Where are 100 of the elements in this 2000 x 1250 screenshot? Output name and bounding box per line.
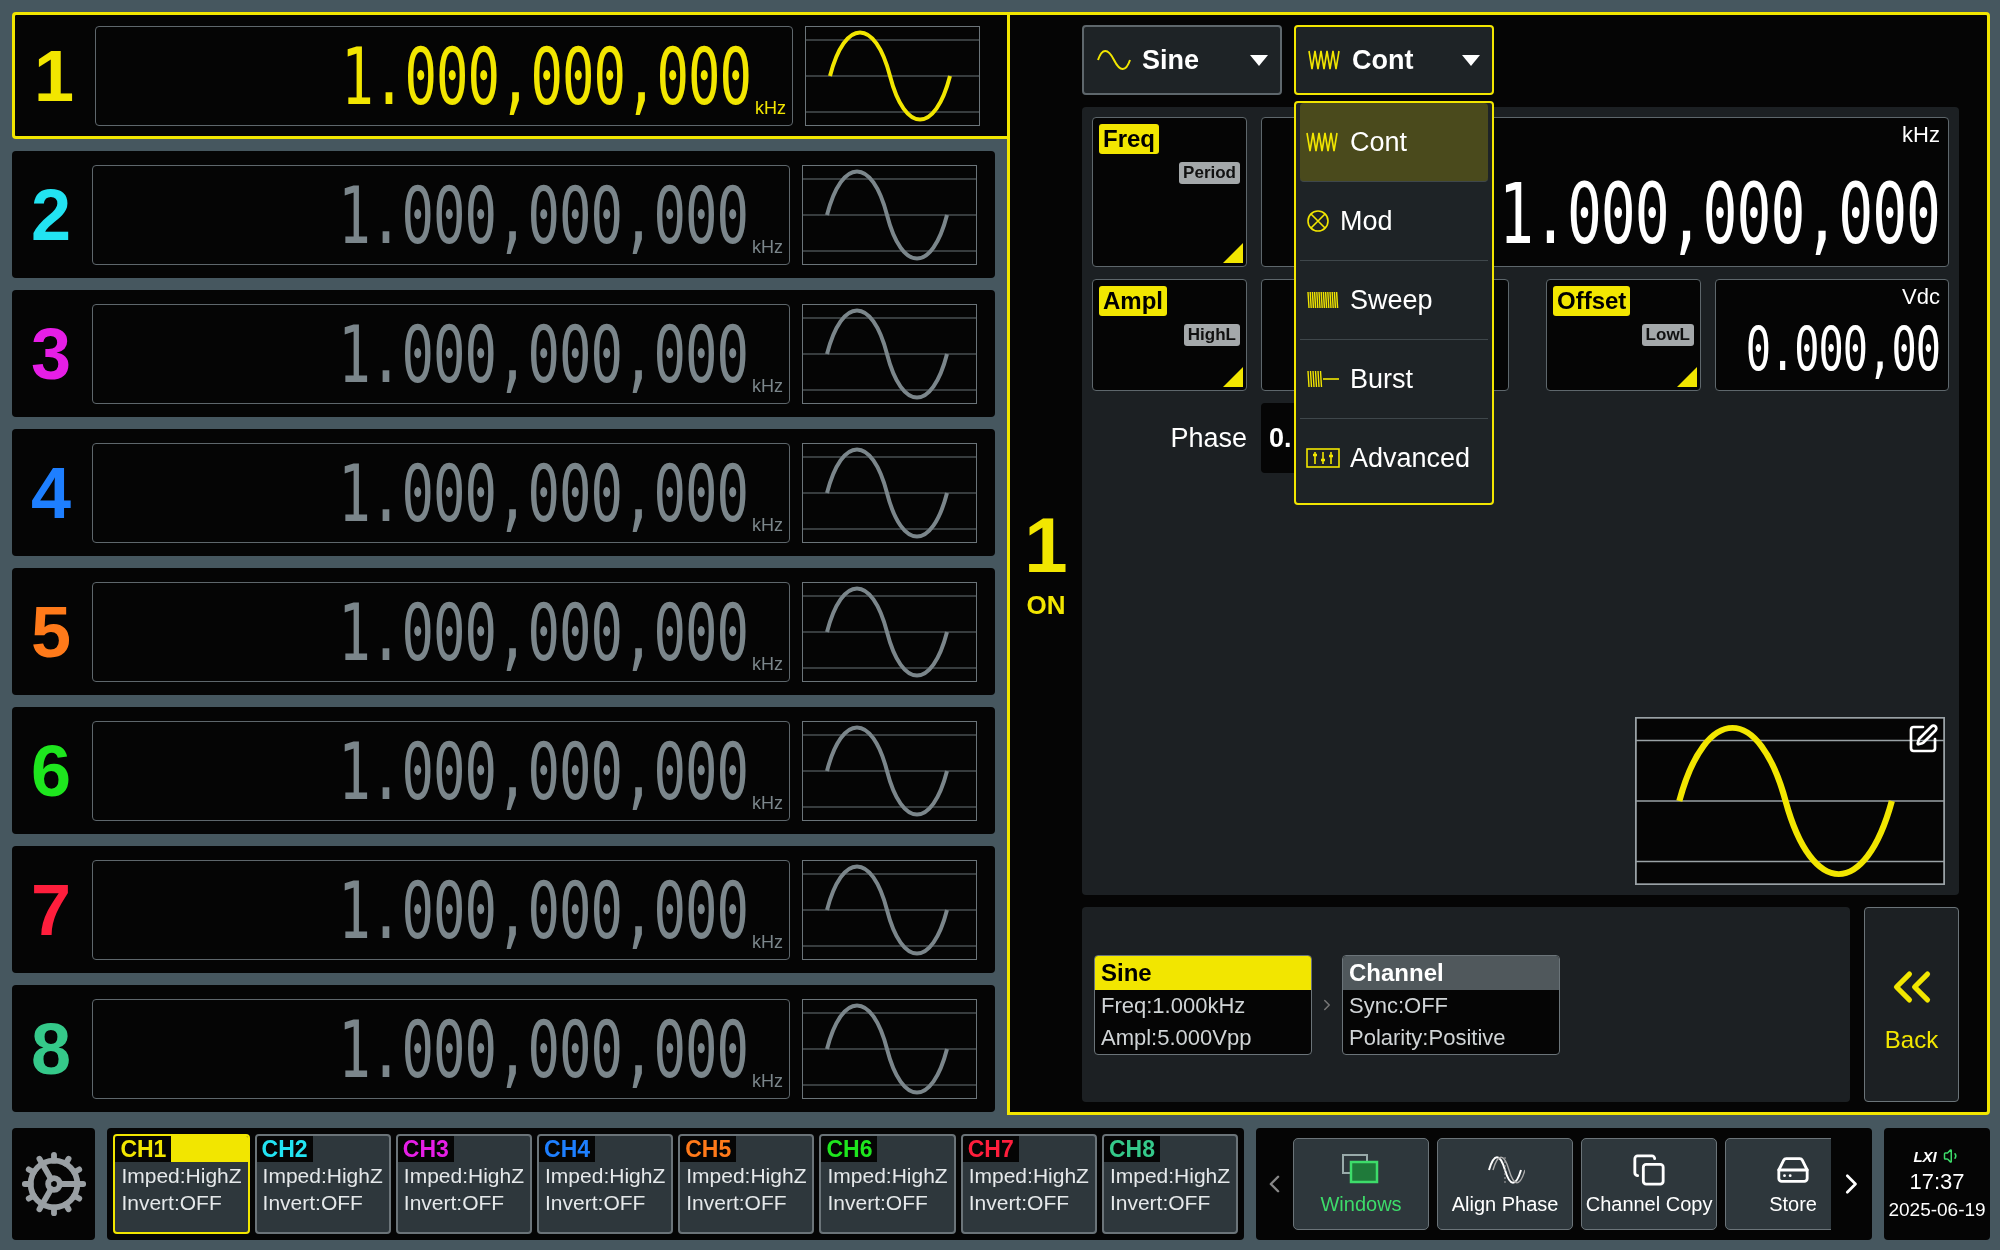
unit-label: kHz bbox=[752, 515, 783, 534]
channel-number: 6 bbox=[29, 734, 72, 807]
corner-icon bbox=[1223, 367, 1243, 387]
value-readout: 0.000,00 bbox=[1745, 319, 1940, 380]
channel-label: CH3 bbox=[401, 1136, 450, 1162]
unit-label: kHz bbox=[752, 654, 783, 673]
unit-label: kHz bbox=[752, 376, 783, 395]
alternate-label: LowL bbox=[1641, 324, 1694, 346]
menu-item[interactable]: Sweep bbox=[1300, 261, 1488, 340]
frequency-readout: 1.000,000,000 bbox=[338, 455, 748, 534]
menu-item[interactable]: Cont bbox=[1300, 103, 1488, 182]
output-state: ON bbox=[1026, 590, 1066, 621]
parameter-label: Ampl bbox=[1099, 286, 1167, 316]
function-key[interactable]: Align Phase bbox=[1437, 1138, 1574, 1230]
channel-info: Invert:OFF bbox=[826, 1190, 929, 1217]
menu-item[interactable]: Burst bbox=[1300, 340, 1488, 419]
channel-info: Imped:HighZ bbox=[685, 1163, 808, 1189]
function-key[interactable]: Store bbox=[1725, 1138, 1832, 1230]
channel-label: CH8 bbox=[1107, 1136, 1156, 1162]
channel-label: CH4 bbox=[543, 1136, 592, 1162]
channel-tab[interactable]: CH6 Imped:HighZ Invert:OFF bbox=[819, 1134, 956, 1234]
phase-label: Phase bbox=[1169, 422, 1247, 454]
parameter-key[interactable]: Freq Period bbox=[1092, 117, 1247, 267]
channel-tab[interactable]: CH3 Imped:HighZ Invert:OFF bbox=[395, 1134, 533, 1234]
channel-info: Imped:HighZ bbox=[1108, 1163, 1232, 1189]
card-line: Freq:1.000kHz bbox=[1100, 991, 1247, 1020]
caret-icon bbox=[1462, 54, 1480, 66]
caret-icon bbox=[1250, 54, 1268, 66]
channel-tab[interactable]: CH4 Imped:HighZ Invert:OFF bbox=[537, 1134, 674, 1234]
parameter-label: Offset bbox=[1553, 286, 1631, 316]
settings-button[interactable] bbox=[12, 1128, 96, 1240]
channel-number: 3 bbox=[29, 317, 72, 390]
channel-number: 4 bbox=[29, 456, 72, 529]
unit-label: kHz bbox=[752, 1071, 783, 1090]
channel-tab[interactable]: CH7 Imped:HighZ Invert:OFF bbox=[960, 1134, 1097, 1234]
sweep-icon bbox=[1306, 289, 1340, 311]
channel-info: Imped:HighZ bbox=[967, 1163, 1090, 1189]
channel-info: Invert:OFF bbox=[1108, 1190, 1212, 1217]
summary-card[interactable]: Sine Freq:1.000kHz Ampl:5.000Vpp bbox=[1094, 954, 1312, 1055]
frequency-readout: 1.000,000,000 bbox=[338, 316, 748, 395]
parameter-label: Freq bbox=[1099, 124, 1159, 154]
channel-info: Invert:OFF bbox=[967, 1190, 1071, 1217]
channel-info: Invert:OFF bbox=[402, 1190, 506, 1217]
frequency-readout: 1.000,000,000 bbox=[338, 1011, 748, 1090]
frequency-readout: 1.000,000,000 bbox=[338, 872, 748, 951]
channel-tab[interactable]: CH5 Imped:HighZ Invert:OFF bbox=[678, 1134, 815, 1234]
channel-number: 1 bbox=[32, 39, 75, 112]
unit-label: kHz bbox=[755, 98, 786, 117]
channel-number: 8 bbox=[29, 1012, 72, 1085]
alternate-label: HighL bbox=[1183, 324, 1240, 346]
clock-date: 2025-06-19 bbox=[1888, 1199, 1986, 1221]
back-button[interactable]: Back bbox=[1864, 907, 1959, 1102]
waveform-dropdown[interactable]: Sine bbox=[1082, 25, 1282, 95]
unit-label: kHz bbox=[752, 932, 783, 951]
clock-time: 17:37 bbox=[1909, 1169, 1965, 1195]
function-key[interactable]: Channel Copy bbox=[1581, 1138, 1718, 1230]
channel-label: CH5 bbox=[684, 1136, 733, 1162]
channel-info: Imped:HighZ bbox=[544, 1163, 667, 1189]
card-title: Sine bbox=[1095, 955, 1311, 990]
channel-label: CH1 bbox=[119, 1136, 168, 1162]
burst-icon bbox=[1306, 368, 1340, 390]
sine-icon bbox=[1096, 48, 1132, 72]
channel-info: Imped:HighZ bbox=[120, 1163, 243, 1189]
frequency-readout: 1.000,000,000 bbox=[338, 177, 748, 256]
channel-tab[interactable]: CH2 Imped:HighZ Invert:OFF bbox=[254, 1134, 391, 1234]
sliders-icon bbox=[1306, 447, 1340, 469]
unit-label: kHz bbox=[752, 237, 783, 256]
function-key[interactable]: Windows bbox=[1293, 1138, 1430, 1230]
parameter-key[interactable]: Ampl HighL bbox=[1092, 279, 1247, 391]
channel-number: 2 bbox=[29, 178, 72, 251]
lxi-logo: LXI bbox=[1913, 1147, 1937, 1165]
alternate-label: Period bbox=[1179, 162, 1240, 184]
value-readout: 1.000,000,000 bbox=[1499, 171, 1940, 256]
frequency-readout: 1.000,000,000 bbox=[338, 594, 748, 673]
frequency-readout: 1.000,000,000 bbox=[338, 733, 748, 812]
edit-icon[interactable] bbox=[1907, 723, 1939, 755]
mode-dropdown[interactable]: Cont bbox=[1294, 25, 1494, 95]
summary-card[interactable]: Channel Sync:OFF Polarity:Positive bbox=[1342, 954, 1560, 1055]
channel-info: Imped:HighZ bbox=[826, 1163, 949, 1189]
parameter-key[interactable]: Offset LowL bbox=[1546, 279, 1701, 391]
unit-label: kHz bbox=[1902, 124, 1940, 146]
channel-label: CH7 bbox=[966, 1136, 1015, 1162]
frequency-readout: 1.000,000,000 bbox=[341, 38, 751, 117]
corner-icon bbox=[1677, 367, 1697, 387]
card-line: Polarity:Positive bbox=[1348, 1023, 1507, 1052]
channel-tab[interactable]: CH8 Imped:HighZ Invert:OFF bbox=[1101, 1134, 1239, 1234]
channel-info: Imped:HighZ bbox=[402, 1163, 526, 1189]
pulse-train-icon bbox=[1306, 131, 1340, 153]
menu-item[interactable]: Mod bbox=[1300, 182, 1488, 261]
unit-label: kHz bbox=[752, 793, 783, 812]
card-line: Ampl:5.000Vpp bbox=[1100, 1023, 1253, 1052]
corner-icon bbox=[1223, 243, 1243, 263]
channel-info: Invert:OFF bbox=[261, 1190, 364, 1217]
pulse-train-icon bbox=[1308, 49, 1342, 71]
channel-tab[interactable]: CH1 Imped:HighZ Invert:OFF bbox=[113, 1134, 250, 1234]
menu-item[interactable]: Advanced bbox=[1300, 419, 1488, 497]
channel-number: 5 bbox=[29, 595, 72, 668]
unit-label: Vdc bbox=[1902, 286, 1940, 308]
channel-info: Imped:HighZ bbox=[261, 1163, 384, 1189]
channel-number: 7 bbox=[29, 873, 72, 946]
